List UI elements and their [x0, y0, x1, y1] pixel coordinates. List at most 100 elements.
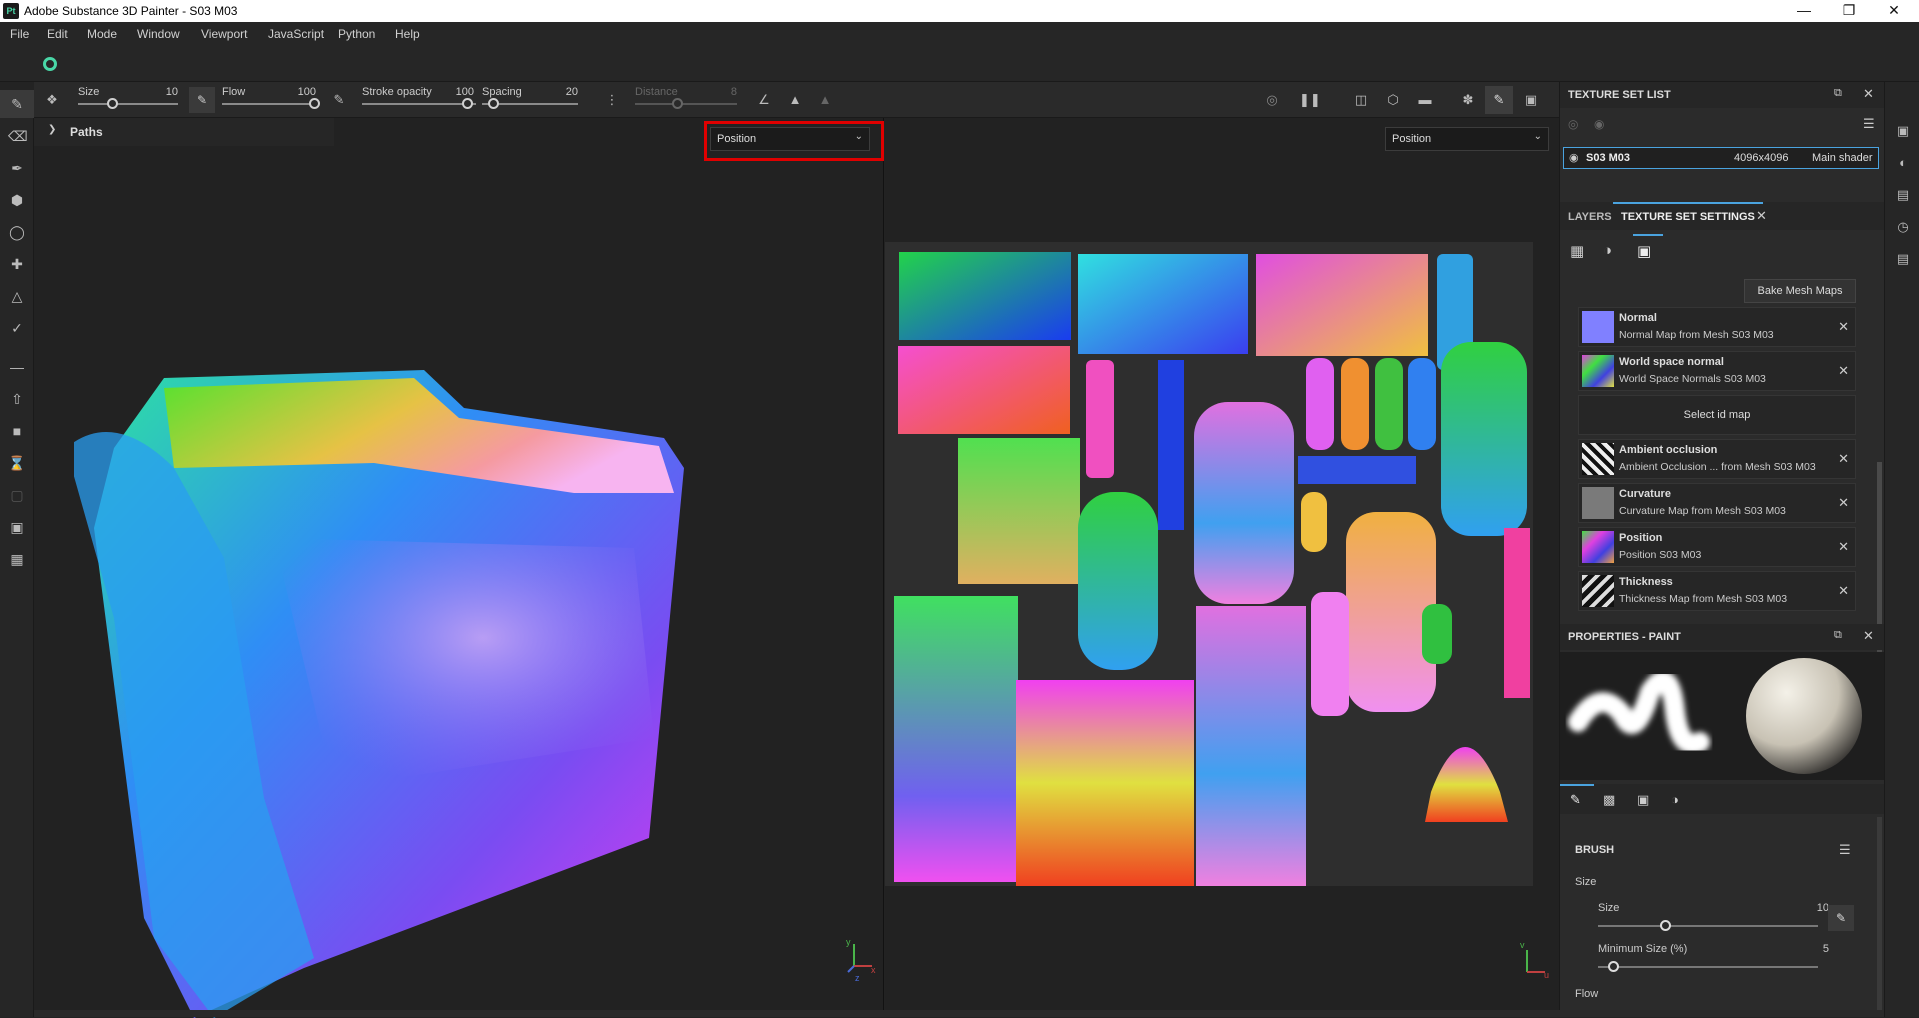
bake-mesh-maps-button[interactable]: Bake Mesh Maps: [1744, 279, 1856, 303]
brush-tab-icon[interactable]: ✎: [1570, 792, 1581, 808]
line-angle-icon[interactable]: ∠: [755, 91, 773, 109]
stroke-opacity-slider[interactable]: [362, 103, 476, 105]
alpha-tab-icon[interactable]: ▩: [1603, 792, 1615, 808]
close-icon[interactable]: ✕: [1863, 86, 1874, 102]
remove-icon[interactable]: ✕: [1838, 363, 1849, 379]
uv-tool-icon[interactable]: ▢: [8, 486, 26, 504]
remove-icon[interactable]: ✕: [1838, 451, 1849, 467]
stroke-opacity-knob[interactable]: [462, 98, 473, 109]
menu-file[interactable]: File: [10, 27, 29, 41]
prop-size-slider[interactable]: [1598, 925, 1818, 927]
remove-icon[interactable]: ✕: [1838, 583, 1849, 599]
size-value[interactable]: 10: [148, 86, 178, 98]
texture-set-item[interactable]: ◉ S03 M03 4096x4096 Main shader: [1563, 147, 1879, 169]
hourglass-icon[interactable]: ⌛: [8, 454, 26, 472]
remove-icon[interactable]: ✕: [1838, 319, 1849, 335]
spacing-slider-knob[interactable]: [488, 98, 499, 109]
brush-options-icon[interactable]: ☰: [1839, 842, 1851, 858]
cube-view-icon[interactable]: ⬡: [1384, 91, 1402, 109]
eraser-icon[interactable]: ⌫: [8, 127, 28, 145]
flow-slider-knob[interactable]: [309, 98, 320, 109]
paths-panel[interactable]: ❯ Paths: [34, 118, 334, 146]
lazy-mouse-icon[interactable]: ⋮: [603, 91, 621, 109]
hide-all-icon[interactable]: ◎: [1568, 117, 1578, 131]
display-settings-icon[interactable]: ◐: [1894, 154, 1912, 172]
remove-icon[interactable]: ✕: [1838, 539, 1849, 555]
hide-overlay-icon[interactable]: ◎: [1263, 91, 1281, 109]
prop-size-knob[interactable]: [1660, 920, 1671, 931]
flow-value[interactable]: 100: [286, 86, 316, 98]
close-tab-icon[interactable]: ✕: [1756, 208, 1767, 224]
menu-viewport[interactable]: Viewport: [201, 27, 247, 41]
min-size-slider[interactable]: [1598, 966, 1818, 968]
tab-texture-set-settings[interactable]: TEXTURE SET SETTINGS: [1621, 211, 1755, 223]
snapshot-icon[interactable]: ▣: [1522, 91, 1540, 109]
min-size-knob[interactable]: [1608, 961, 1619, 972]
remove-icon[interactable]: ✕: [1838, 495, 1849, 511]
paint-brush-icon[interactable]: ✎: [8, 95, 26, 113]
mesh-map-curvature[interactable]: Curvature Curvature Map from Mesh S03 M0…: [1578, 483, 1856, 523]
min-size-value[interactable]: 5: [1807, 943, 1829, 955]
viewer-settings-icon[interactable]: ▣: [1894, 122, 1912, 140]
close-icon[interactable]: ✕: [1863, 628, 1874, 644]
projection-icon[interactable]: ✒: [8, 159, 26, 177]
shelf-icon[interactable]: ▤: [1894, 186, 1912, 204]
pause-icon[interactable]: ❚❚: [1299, 91, 1321, 109]
paint-mode-icon[interactable]: ✎: [1485, 86, 1513, 114]
polygon-fill-icon[interactable]: ◯: [8, 223, 26, 241]
camera-icon[interactable]: ▬: [1416, 91, 1434, 109]
symmetry-icon[interactable]: ▲: [786, 91, 804, 109]
uv-icon[interactable]: ▣: [1637, 242, 1651, 260]
mesh-map-ambient-occlusion[interactable]: Ambient occlusion Ambient Occlusion ... …: [1578, 439, 1856, 479]
channel-select-2d[interactable]: Position ⌄: [1385, 127, 1549, 151]
menu-mode[interactable]: Mode: [87, 27, 117, 41]
eye-icon[interactable]: ◉: [1569, 151, 1579, 164]
flow-slider[interactable]: [222, 103, 318, 105]
minimize-icon[interactable]: —: [1782, 0, 1826, 22]
symmetry-options-icon[interactable]: ▲: [816, 91, 834, 109]
stencil-tab-icon[interactable]: ▣: [1637, 792, 1649, 808]
learn-icon[interactable]: ▦: [8, 550, 26, 568]
viewport-3d[interactable]: ❯ Paths Position ⌄ x y z: [34, 118, 884, 1018]
export-icon[interactable]: ⇧: [8, 390, 26, 408]
mesh-map-world-space-normal[interactable]: World space normal World Space Normals S…: [1578, 351, 1856, 391]
menu-python[interactable]: Python: [338, 27, 375, 41]
select-id-map-button[interactable]: Select id map: [1578, 395, 1856, 435]
pen-pressure-icon[interactable]: ✎: [189, 87, 215, 113]
history-icon[interactable]: ◷: [1894, 218, 1912, 236]
size-slider[interactable]: [78, 103, 178, 105]
menu-help[interactable]: Help: [395, 27, 420, 41]
viewport-2d[interactable]: Position ⌄ u v: [885, 118, 1559, 1010]
pen-pressure-icon[interactable]: ✎: [1828, 905, 1854, 931]
close-icon[interactable]: ✕: [1872, 0, 1916, 22]
spacing-value[interactable]: 20: [548, 86, 578, 98]
log-icon[interactable]: ▤: [1894, 250, 1912, 268]
size-slider-knob[interactable]: [107, 98, 118, 109]
stroke-opacity-value[interactable]: 100: [444, 86, 474, 98]
mesh-map-normal[interactable]: Normal Normal Map from Mesh S03 M03 ✕: [1578, 307, 1856, 347]
mesh-map-thickness[interactable]: Thickness Thickness Map from Mesh S03 M0…: [1578, 571, 1856, 611]
show-all-icon[interactable]: ◉: [1594, 117, 1604, 131]
tab-layers[interactable]: LAYERS: [1568, 211, 1612, 223]
menu-javascript[interactable]: JavaScript: [268, 27, 324, 41]
plugin-icon[interactable]: [43, 57, 57, 71]
restore-icon[interactable]: ❐: [1827, 0, 1871, 22]
brush-preset-icon[interactable]: ❖: [43, 91, 61, 109]
undock-icon[interactable]: ⧉: [1834, 629, 1842, 642]
smudge-icon[interactable]: ✚: [8, 255, 26, 273]
bake-icon[interactable]: ■: [8, 422, 26, 440]
color-picker-icon[interactable]: ✓: [8, 319, 26, 337]
chevron-right-icon[interactable]: ❯: [48, 124, 56, 135]
settings-panel-icon[interactable]: ▦: [1570, 242, 1584, 260]
material-tab-icon[interactable]: ◑: [1671, 792, 1679, 807]
clone-stamp-icon[interactable]: △: [8, 287, 26, 305]
prop-size-value[interactable]: 10: [1807, 902, 1829, 914]
flow-pressure-icon[interactable]: ✎: [330, 91, 348, 109]
properties-scrollbar[interactable]: [1877, 817, 1882, 1017]
texture-set-shader[interactable]: Main shader: [1812, 152, 1873, 164]
split-view-icon[interactable]: ◫: [1352, 91, 1370, 109]
menu-icon[interactable]: ☰: [1863, 116, 1875, 132]
geometry-fill-icon[interactable]: ⬢: [8, 191, 26, 209]
undock-icon[interactable]: ⧉: [1834, 87, 1842, 100]
display-settings-icon[interactable]: ✽: [1459, 91, 1477, 109]
